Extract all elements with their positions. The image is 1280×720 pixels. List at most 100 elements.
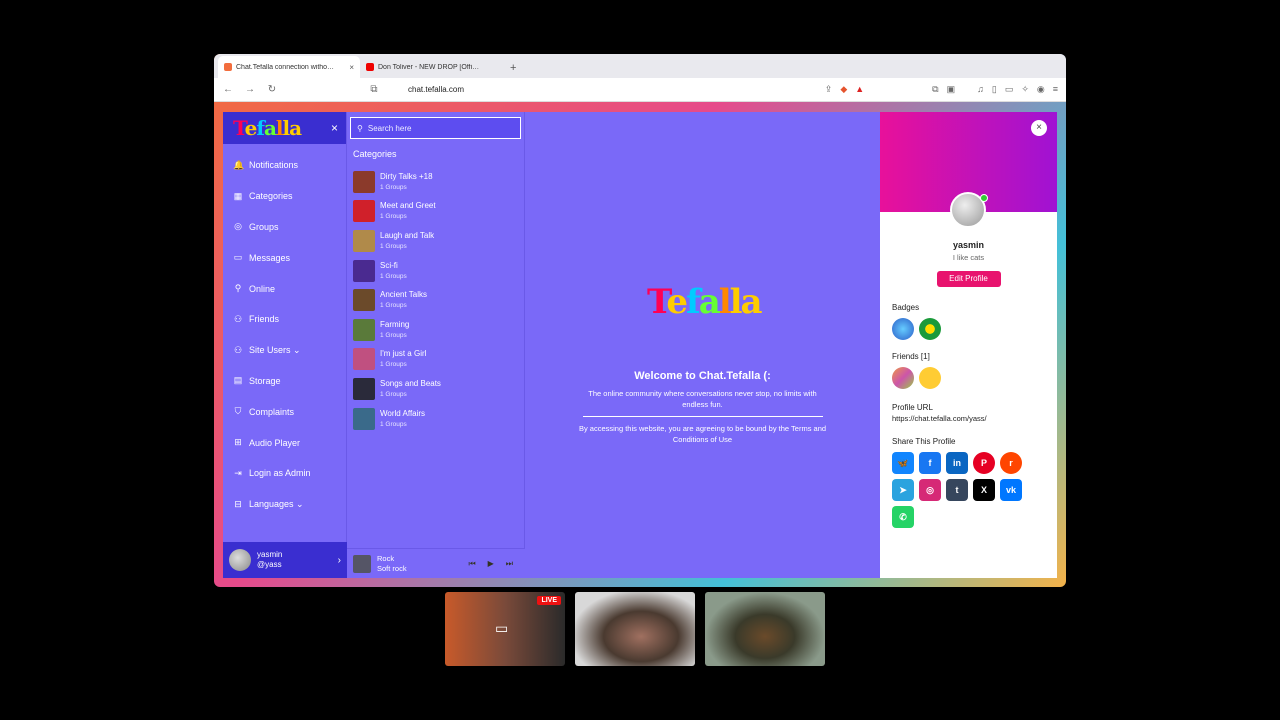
rewards-icon[interactable]: ▲ (855, 84, 864, 95)
new-tab-button[interactable]: + (502, 62, 524, 78)
brazil-flag-badge-icon[interactable] (919, 318, 941, 340)
linkedin-icon[interactable]: in (946, 452, 968, 474)
category-thumbnail (353, 318, 375, 341)
close-profile-button[interactable]: × (1031, 120, 1047, 136)
friend-avatar[interactable] (892, 367, 914, 389)
browser-tab-youtube[interactable]: Don Toliver - NEW DROP [Offi… (360, 56, 502, 78)
extensions-area: ⇪ ◆ ▲ ⧉ ▣ ♫ ▯ ▭ ✧ ◉ ≡ (825, 84, 1058, 95)
participant-video-2[interactable] (705, 592, 825, 666)
browser-tab-chat[interactable]: Chat.Tefalla connection witho… × (218, 56, 360, 78)
sidebar-item-login-admin[interactable]: ⇥ Login as Admin (223, 458, 346, 489)
category-item[interactable]: Dirty Talks +18 1 Groups (347, 167, 524, 197)
video-call-strip: LIVE ▭ (445, 592, 825, 666)
category-thumbnail (353, 170, 375, 193)
browser-window: Chat.Tefalla connection witho… × Don Tol… (214, 54, 1066, 587)
reload-icon[interactable]: ↻ (266, 84, 278, 95)
profile-name: yasmin (952, 240, 985, 250)
share-icon[interactable]: ⇪ (825, 84, 833, 95)
vpn-icon[interactable]: ◉ (1037, 84, 1045, 95)
sidebar-item-categories[interactable]: ▦ Categories (223, 181, 346, 212)
welcome-box: Welcome to Chat.Tefalla (: The online co… (525, 370, 880, 445)
sidebar-item-site-users[interactable]: ⚇ Site Users ⌄ (223, 335, 346, 366)
category-item[interactable]: World Affairs 1 Groups (347, 404, 524, 434)
profile-bio: I like cats (952, 253, 985, 262)
next-track-icon[interactable]: ⏭ (506, 559, 513, 569)
friends-icon: ⚇ (233, 313, 243, 324)
bell-icon: 🔔 (233, 159, 245, 170)
sidebar-item-groups[interactable]: ◎ Groups (223, 212, 346, 243)
categories-heading: Categories (353, 149, 397, 159)
bookmark-icon[interactable]: ⧉ (368, 84, 380, 95)
brave-shield-icon[interactable]: ◆ (840, 84, 847, 95)
category-item[interactable]: Songs and Beats 1 Groups (347, 374, 524, 404)
pinterest-icon[interactable]: P (973, 452, 995, 474)
screen: Chat.Tefalla connection witho… × Don Tol… (0, 0, 1280, 720)
login-icon: ⇥ (234, 467, 242, 478)
screen-share-thumbnail[interactable]: LIVE ▭ (445, 592, 565, 666)
sidebar-item-storage[interactable]: ▤ Storage (223, 366, 346, 397)
current-user[interactable]: yasmin @yass › (223, 542, 347, 578)
badges-heading: Badges (892, 303, 920, 312)
category-item[interactable]: Meet and Greet 1 Groups (347, 197, 524, 227)
category-thumbnail (353, 407, 375, 430)
x-icon[interactable]: X (973, 479, 995, 501)
play-icon[interactable]: ▶ (488, 559, 494, 569)
menu-icon[interactable]: ≡ (1053, 84, 1058, 95)
live-badge: LIVE (537, 596, 561, 605)
welcome-title: Welcome to Chat.Tefalla (: (634, 370, 771, 382)
tefalla-logo-large: Tefalla (647, 282, 763, 322)
terms-notice: By accessing this website, you are agree… (578, 424, 827, 444)
chevron-right-icon[interactable]: › (338, 555, 341, 566)
reddit-icon[interactable]: r (1000, 452, 1022, 474)
category-item[interactable]: I'm just a Girl 1 Groups (347, 345, 524, 375)
user-handle: @yass (257, 560, 282, 569)
friends-section: Friends [1] (880, 352, 1057, 389)
sidebar-item-notifications[interactable]: 🔔 Notifications (223, 150, 346, 181)
extension-icon[interactable]: ⧉ (932, 84, 938, 95)
sidebar-item-online[interactable]: ⚲ Online (223, 273, 346, 304)
vk-icon[interactable]: vk (1000, 479, 1022, 501)
leo-icon[interactable]: ✧ (1021, 84, 1029, 95)
share-heading: Share This Profile (892, 437, 956, 446)
sidebar-item-languages[interactable]: ⊟ Languages ⌄ (223, 489, 346, 520)
search-input[interactable]: ⚲ Search here (350, 117, 521, 139)
sidebar-icon[interactable]: ▯ (992, 84, 997, 95)
tefalla-logo[interactable]: Tefalla (233, 116, 302, 140)
wallet-icon[interactable]: ▭ (1005, 84, 1014, 95)
category-item[interactable]: Ancient Talks 1 Groups (347, 285, 524, 315)
close-sidebar-icon[interactable]: × (331, 121, 338, 135)
category-item[interactable]: Sci-fi 1 Groups (347, 256, 524, 286)
category-list: Dirty Talks +18 1 Groups Meet and Greet 1 … (347, 167, 524, 433)
friends-heading: Friends [1] (892, 352, 930, 361)
instagram-icon[interactable]: ◎ (919, 479, 941, 501)
url-field[interactable]: chat.tefalla.com (408, 85, 464, 94)
category-item[interactable]: Laugh and Talk 1 Groups (347, 226, 524, 256)
bluesky-icon[interactable]: 🦋 (892, 452, 914, 474)
participant-video-1[interactable] (575, 592, 695, 666)
sidebar-item-friends[interactable]: ⚇ Friends (223, 304, 346, 335)
previous-track-icon[interactable]: ⏮ (468, 559, 475, 569)
extension-icon[interactable]: ▣ (947, 84, 956, 95)
globe-badge-icon[interactable] (892, 318, 914, 340)
edit-profile-button[interactable]: Edit Profile (936, 271, 1001, 287)
telegram-icon[interactable]: ➤ (892, 479, 914, 501)
close-tab-icon[interactable]: × (349, 63, 354, 72)
friend-avatar[interactable] (919, 367, 941, 389)
audio-player: Rock Soft rock ⏮ ▶ ⏭ (347, 548, 525, 578)
tab-title: Don Toliver - NEW DROP [Offi… (378, 63, 480, 71)
music-icon[interactable]: ♫ (977, 84, 984, 95)
profile-url-section: Profile URL https://chat.tefalla.com/yas… (880, 403, 1057, 423)
category-item[interactable]: Farming 1 Groups (347, 315, 524, 345)
groups-icon: ◎ (234, 221, 242, 232)
profile-url[interactable]: https://chat.tefalla.com/yass/ (892, 414, 1045, 423)
sidebar-item-audio-player[interactable]: ⊞ Audio Player (223, 427, 346, 458)
whatsapp-icon[interactable]: ✆ (892, 506, 914, 528)
grid-icon: ▦ (233, 190, 243, 201)
share-section: Share This Profile 🦋 f in P r ➤ ◎ t X vk… (880, 437, 1057, 528)
sidebar-item-messages[interactable]: ▭ Messages (223, 242, 346, 273)
tumblr-icon[interactable]: t (946, 479, 968, 501)
sidebar-item-complaints[interactable]: ⛉ Complaints (223, 396, 346, 427)
forward-icon[interactable]: → (244, 84, 256, 95)
back-icon[interactable]: ← (222, 84, 234, 95)
facebook-icon[interactable]: f (919, 452, 941, 474)
